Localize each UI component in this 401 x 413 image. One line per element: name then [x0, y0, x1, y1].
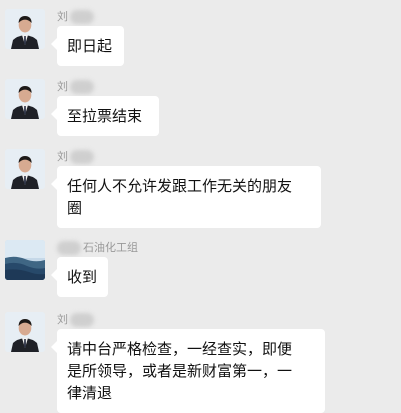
avatar-person[interactable]	[5, 79, 45, 119]
redaction-blur	[70, 313, 94, 327]
message-text: 请中台严格检查，一经查实，即便 是所领导，或者是新财富第一，一 律清退	[67, 340, 293, 402]
redaction-blur	[70, 80, 94, 94]
redaction-blur	[70, 10, 94, 24]
message-text: 至拉票结束	[67, 107, 143, 125]
message-text: 任何人不允许发跟工作无关的朋友 圈	[67, 177, 293, 217]
sender-name: 刘	[57, 10, 94, 24]
redaction-blur	[57, 241, 81, 255]
sender-name: 刘	[57, 150, 94, 164]
avatar-person[interactable]	[5, 149, 45, 189]
sender-name: 刘	[57, 313, 94, 327]
message-bubble[interactable]: 即日起	[51, 26, 124, 66]
sender-name: 石油化工组	[57, 241, 138, 255]
message-bubble[interactable]: 收到	[51, 257, 108, 297]
message-text: 收到	[67, 268, 98, 286]
avatar-person[interactable]	[5, 312, 45, 352]
message-text: 即日起	[67, 37, 113, 55]
redaction-blur	[70, 150, 94, 164]
message-bubble[interactable]: 请中台严格检查，一经查实，即便 是所领导，或者是新财富第一，一 律清退	[51, 329, 325, 413]
message-bubble[interactable]: 任何人不允许发跟工作无关的朋友 圈	[51, 166, 321, 228]
sender-name: 刘	[57, 80, 94, 94]
avatar-person[interactable]	[5, 9, 45, 49]
message-bubble[interactable]: 至拉票结束	[51, 96, 159, 136]
avatar-landscape[interactable]	[5, 240, 45, 280]
